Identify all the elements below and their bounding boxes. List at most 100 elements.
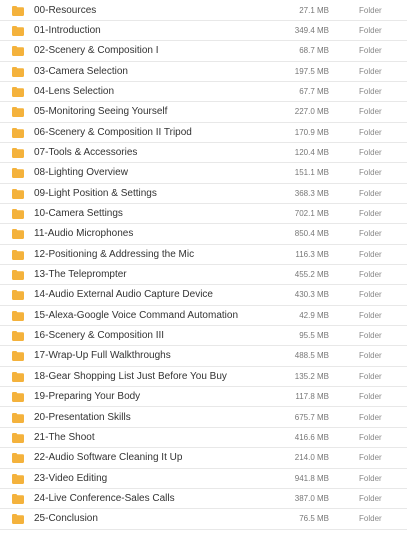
folder-icon (12, 493, 24, 504)
folder-row[interactable]: 07-Tools & Accessories 120.4 MB Folder (0, 143, 407, 164)
folder-icon (12, 270, 24, 281)
folder-row[interactable]: 25-Conclusion 76.5 MB Folder (0, 509, 407, 530)
folder-name: 07-Tools & Accessories (34, 146, 138, 158)
folder-name: 11-Audio Microphones (34, 228, 134, 240)
folder-icon (12, 127, 24, 138)
folder-row[interactable]: 21-The Shoot 416.6 MB Folder (0, 428, 407, 449)
folder-name: 23-Video Editing (34, 472, 108, 484)
folder-size: 214.0 MB (294, 453, 329, 463)
folder-type: Folder (359, 46, 382, 56)
folder-type: Folder (359, 514, 382, 524)
folder-size: 116.3 MB (295, 249, 329, 259)
folder-icon (12, 188, 24, 199)
folder-type: Folder (359, 371, 382, 381)
folder-row[interactable]: 03-Camera Selection 197.5 MB Folder (0, 62, 407, 82)
folder-icon (12, 290, 24, 301)
folder-name: 03-Camera Selection (34, 65, 128, 77)
folder-name: 15-Alexa-Google Voice Command Automation (34, 309, 239, 321)
folder-size: 850.4 MB (294, 229, 329, 239)
folder-row[interactable]: 04-Lens Selection 67.7 MB Folder (0, 82, 407, 103)
folder-size: 151.1 MB (294, 168, 329, 178)
folder-icon (12, 86, 24, 97)
folder-size: 120.4 MB (294, 147, 329, 157)
folder-row[interactable]: 18-Gear Shopping List Just Before You Bu… (0, 367, 407, 388)
folder-type: Folder (359, 249, 382, 259)
folder-row[interactable]: 17-Wrap-Up Full Walkthroughs 488.5 MB Fold… (0, 346, 407, 367)
folder-row[interactable]: 02-Scenery & Composition I 68.7 MB Folder (0, 41, 407, 62)
folder-name: 06-Scenery & Composition II Tripod (34, 126, 192, 138)
folder-size: 941.8 MB (294, 473, 329, 483)
folder-row[interactable]: 24-Live Conference-Sales Calls 387.0 MB Fo… (0, 489, 407, 510)
folder-row[interactable]: 08-Lighting Overview 151.1 MB Folder (0, 163, 407, 184)
folder-type: Folder (359, 168, 382, 178)
folder-size: 170.9 MB (294, 127, 329, 137)
folder-type: Folder (359, 453, 382, 463)
folder-icon (12, 473, 24, 484)
folder-icon (12, 147, 24, 158)
folder-row[interactable]: 20-Presentation Skills 675.7 MB Folder (0, 408, 407, 428)
folder-icon (12, 371, 24, 382)
folder-row[interactable]: 19-Preparing Your Body 117.8 MB Folder (0, 387, 407, 408)
folder-size: 349.4 MB (294, 25, 329, 35)
folder-row[interactable]: 15-Alexa-Google Voice Command Automation… (0, 306, 407, 327)
folder-icon (12, 25, 24, 36)
folder-type: Folder (359, 310, 382, 320)
folder-size: 42.9 MB (299, 310, 329, 320)
folder-size: 117.8 MB (295, 392, 329, 402)
folder-row[interactable]: 09-Light Position & Settings 368.3 MB Fold… (0, 184, 407, 204)
folder-type: Folder (359, 229, 382, 239)
folder-row[interactable]: 05-Monitoring Seeing Yourself 227.0 MB Fol… (0, 102, 407, 123)
folder-icon (12, 514, 24, 525)
folder-name: 13-The Teleprompter (34, 269, 127, 281)
folder-name: 09-Light Position & Settings (34, 187, 157, 199)
folder-size: 227.0 MB (294, 107, 329, 117)
folder-icon (12, 66, 24, 77)
folder-row[interactable]: 22-Audio Software Cleaning It Up 214.0 MB… (0, 448, 407, 469)
file-list: 00-Resources 27.1 MB Folder 01-Introduction… (0, 0, 407, 546)
folder-icon (12, 392, 24, 403)
folder-type: Folder (359, 351, 382, 361)
folder-row[interactable]: 11-Audio Microphones 850.4 MB Folder (0, 224, 407, 245)
folder-row[interactable]: 16-Scenery & Composition III 95.5 MB Folde… (0, 326, 407, 347)
folder-size: 488.5 MB (294, 351, 329, 361)
folder-name: 02-Scenery & Composition I (34, 45, 159, 57)
folder-name: 12-Positioning & Addressing the Mic (34, 248, 195, 260)
folder-name: 01-Introduction (34, 24, 101, 36)
folder-size: 675.7 MB (294, 412, 329, 422)
folder-size: 76.5 MB (299, 514, 329, 524)
folder-type: Folder (359, 5, 382, 15)
folder-size: 135.2 MB (294, 371, 329, 381)
folder-type: Folder (359, 270, 382, 280)
folder-name: 25-Conclusion (34, 513, 98, 525)
folder-icon (12, 351, 24, 362)
folder-name: 24-Live Conference-Sales Calls (34, 492, 175, 504)
folder-name: 18-Gear Shopping List Just Before You Bu… (34, 370, 227, 382)
folder-name: 14-Audio External Audio Capture Device (34, 289, 213, 301)
folder-name: 08-Lighting Overview (34, 167, 128, 179)
folder-row[interactable]: 14-Audio External Audio Capture Device 43… (0, 285, 407, 306)
folder-size: 387.0 MB (294, 493, 329, 503)
folder-name: 10-Camera Settings (34, 208, 123, 219)
folder-row[interactable]: 06-Scenery & Composition II Tripod 170.9 … (0, 123, 407, 143)
folder-type: Folder (359, 331, 382, 341)
folder-icon (12, 249, 24, 260)
folder-name: 04-Lens Selection (34, 85, 115, 97)
folder-icon (12, 229, 24, 240)
folder-icon (12, 412, 24, 423)
folder-icon (12, 453, 24, 464)
folder-row[interactable]: 23-Video Editing 941.8 MB Folder (0, 469, 407, 489)
folder-size: 368.3 MB (294, 188, 329, 198)
folder-row[interactable]: 01-Introduction 349.4 MB Folder (0, 21, 407, 42)
folder-row[interactable]: 12-Positioning & Addressing the Mic 116.3… (0, 245, 407, 266)
folder-row[interactable]: 00-Resources 27.1 MB Folder (0, 1, 407, 21)
folder-row[interactable]: 13-The Teleprompter 455.2 MB Folder (0, 265, 407, 286)
folder-icon (12, 107, 24, 118)
folder-name: 05-Monitoring Seeing Yourself (34, 106, 168, 118)
folder-row[interactable]: 10-Camera Settings 702.1 MB Folder (0, 204, 407, 225)
folder-type: Folder (359, 392, 382, 402)
folder-size: 95.5 MB (299, 331, 329, 341)
folder-icon (12, 46, 24, 57)
folder-type: Folder (359, 127, 382, 137)
folder-size: 702.1 MB (294, 209, 329, 218)
folder-size: 197.5 MB (294, 66, 329, 76)
